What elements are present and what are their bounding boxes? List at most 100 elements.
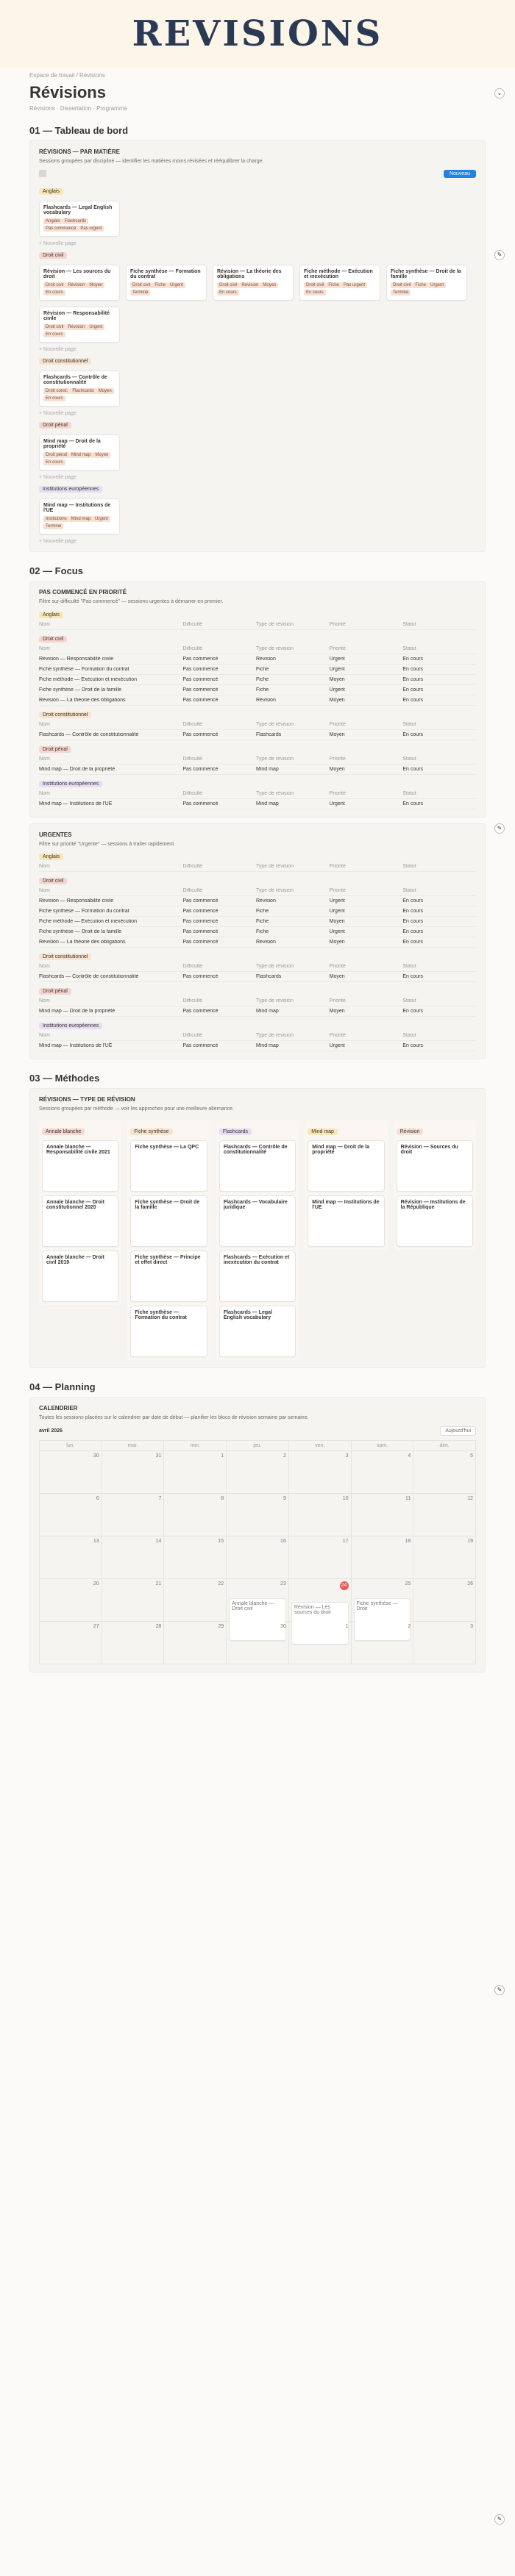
board-card[interactable]: Révision — La théorie des obligations Dro… xyxy=(213,264,294,301)
board-card[interactable]: Mind map — Droit de la propriété xyxy=(308,1140,385,1192)
board-card[interactable]: Flashcards — Contrôle de constitutionnal… xyxy=(219,1140,296,1192)
calendar-cell[interactable]: 28 xyxy=(102,1621,165,1664)
calendar-cell[interactable]: 12 xyxy=(413,1493,476,1536)
new-page-link[interactable]: + Nouvelle page xyxy=(39,347,476,352)
column-label[interactable]: Flashcards xyxy=(219,1128,252,1136)
calendar-cell[interactable]: 31 xyxy=(102,1450,165,1494)
calendar-cell[interactable]: 21 xyxy=(102,1578,165,1622)
calendar-cell[interactable]: 23 Annale blanche — Droit civil xyxy=(227,1578,289,1641)
new-page-link[interactable]: + Nouvelle page xyxy=(39,475,476,480)
calendar-cell[interactable]: 16 xyxy=(227,1536,289,1579)
calendar-cell[interactable]: 26 xyxy=(413,1578,476,1622)
table-row[interactable]: Fiche synthèse — Formation du contrat Pas… xyxy=(39,665,476,675)
calendar-cell[interactable]: 1 xyxy=(288,1621,352,1664)
group-label[interactable]: Anglais xyxy=(39,854,63,861)
calendar-cell[interactable]: 4 xyxy=(351,1450,414,1494)
board-card[interactable]: Fiche méthode — Exécution et inexécution… xyxy=(299,264,380,301)
new-button[interactable]: Nouveau xyxy=(443,169,476,178)
calendar-cell[interactable]: 19 xyxy=(413,1536,476,1579)
calendar-cell[interactable]: 25 Fiche synthèse — Droit xyxy=(351,1578,414,1641)
board-card[interactable]: Flashcards — Legal English vocabulary Ang… xyxy=(39,200,120,237)
column-label[interactable]: Annale blanche xyxy=(42,1128,85,1136)
group-label[interactable]: Droit civil xyxy=(39,251,68,259)
comment-icon[interactable]: ✎ xyxy=(494,823,505,834)
calendar-cell[interactable]: 30 xyxy=(40,1450,102,1494)
group-label[interactable]: Droit civil xyxy=(39,635,68,643)
comment-icon[interactable]: ✎ xyxy=(494,1985,505,1995)
calendar-cell[interactable]: 3 xyxy=(413,1621,476,1664)
group-label[interactable]: Droit constitutionnel xyxy=(39,357,92,365)
calendar-cell[interactable]: 22 xyxy=(164,1578,227,1622)
board-card[interactable]: Fiche synthèse — Principe et effet direc… xyxy=(130,1251,207,1303)
table-row[interactable]: Révision — La théorie des obligations Pas… xyxy=(39,695,476,706)
board-card[interactable]: Fiche synthèse — Droit de la famille xyxy=(130,1195,207,1248)
board-card[interactable]: Révision — Institutions de la République xyxy=(396,1195,474,1248)
group-label[interactable]: Droit pénal xyxy=(39,421,71,429)
table-row[interactable]: Mind map — Institutions de l'UE Pas comme… xyxy=(39,799,476,809)
table-row[interactable]: Flashcards — Contrôle de constitutionnal… xyxy=(39,972,476,983)
calendar-cell[interactable]: 10 xyxy=(288,1493,352,1536)
new-page-link[interactable]: + Nouvelle page xyxy=(39,539,476,544)
table-row[interactable]: Fiche synthèse — Droit de la famille Pas … xyxy=(39,927,476,938)
calendar-cell[interactable]: 18 xyxy=(351,1536,414,1579)
calendar-cell[interactable]: 29 xyxy=(164,1621,227,1664)
collapse-icon[interactable]: ⌄ xyxy=(494,88,505,99)
table-row[interactable]: Fiche synthèse — Formation du contrat Pas… xyxy=(39,906,476,917)
board-card[interactable]: Fiche synthèse — Droit de la famille Droi… xyxy=(386,264,467,301)
calendar-cell[interactable]: 20 xyxy=(40,1578,102,1622)
calendar-cell[interactable]: 3 xyxy=(288,1450,352,1494)
board-card[interactable]: Flashcards — Vocabulaire juridique xyxy=(219,1195,296,1248)
calendar-cell[interactable]: 9 xyxy=(227,1493,289,1536)
board-card[interactable]: Fiche synthèse — Formation du contrat Dro… xyxy=(126,264,207,301)
column-label[interactable]: Révision xyxy=(396,1128,424,1136)
calendar-cell[interactable]: 27 xyxy=(40,1621,102,1664)
board-card[interactable]: Annale blanche — Droit civil 2019 xyxy=(42,1251,119,1303)
board-card[interactable]: Flashcards — Legal English vocabulary xyxy=(219,1306,296,1358)
group-label[interactable]: Droit constitutionnel xyxy=(39,711,92,718)
calendar-cell[interactable]: 24 Révision — Les sources du droit xyxy=(288,1578,352,1645)
calendar-cell[interactable]: 30 xyxy=(227,1621,289,1664)
table-row[interactable]: Mind map — Droit de la propriété Pas comm… xyxy=(39,765,476,775)
comment-icon[interactable]: ✎ xyxy=(494,250,505,260)
calendar-cell[interactable]: 2 xyxy=(351,1621,414,1664)
calendar-cell[interactable]: 11 xyxy=(351,1493,414,1536)
comment-icon[interactable]: ✎ xyxy=(494,2514,505,2525)
group-label[interactable]: Droit pénal xyxy=(39,745,71,753)
table-row[interactable]: Mind map — Institutions de l'UE Pas comme… xyxy=(39,1041,476,1052)
board-card[interactable]: Annale blanche — Responsabilité civile 2… xyxy=(42,1140,119,1192)
calendar-cell[interactable]: 7 xyxy=(102,1493,165,1536)
table-row[interactable]: Fiche méthode — Exécution et inexécution… xyxy=(39,917,476,928)
board-view-icon[interactable] xyxy=(39,170,46,178)
calendar-cell[interactable]: 14 xyxy=(102,1536,165,1579)
table-row[interactable]: Flashcards — Contrôle de constitutionnal… xyxy=(39,730,476,740)
board-card[interactable]: Annale blanche — Droit constitutionnel 2… xyxy=(42,1195,119,1248)
calendar-cell[interactable]: 2 xyxy=(227,1450,289,1494)
board-card[interactable]: Flashcards — Contrôle de constitutionnal… xyxy=(39,370,120,407)
board-card[interactable]: Flashcards — Exécution et inexécution du… xyxy=(219,1251,296,1303)
calendar-cell[interactable]: 8 xyxy=(164,1493,227,1536)
board-card[interactable]: Révision — Les sources du droit Droit civ… xyxy=(39,264,120,301)
table-row[interactable]: Révision — La théorie des obligations Pas… xyxy=(39,937,476,948)
group-label[interactable]: Institutions européennes xyxy=(39,1023,103,1030)
table-row[interactable]: Révision — Responsabilité civile Pas comm… xyxy=(39,654,476,665)
column-label[interactable]: Mind map xyxy=(308,1128,338,1136)
table-row[interactable]: Révision — Responsabilité civile Pas comm… xyxy=(39,896,476,907)
calendar-cell[interactable]: 15 xyxy=(164,1536,227,1579)
today-button[interactable]: Aujourd'hui xyxy=(440,1425,476,1436)
group-label[interactable]: Droit civil xyxy=(39,878,68,885)
group-label[interactable]: Institutions européennes xyxy=(39,780,103,787)
calendar-cell[interactable]: 13 xyxy=(40,1536,102,1579)
calendar-cell[interactable]: 1 xyxy=(164,1450,227,1494)
table-row[interactable]: Fiche synthèse — Droit de la famille Pas … xyxy=(39,685,476,695)
table-row[interactable]: Fiche méthode — Exécution et inexécution… xyxy=(39,675,476,685)
board-card[interactable]: Fiche synthèse — La QPC xyxy=(130,1140,207,1192)
board-card[interactable]: Mind map — Droit de la propriété Droit pé… xyxy=(39,434,120,471)
calendar-cell[interactable]: 6 xyxy=(40,1493,102,1536)
board-card[interactable]: Révision — Responsabilité civile Droit ci… xyxy=(39,306,120,343)
board-card[interactable]: Mind map — Institutions de l'UE xyxy=(308,1195,385,1248)
board-card[interactable]: Révision — Sources du droit xyxy=(396,1140,474,1192)
new-page-link[interactable]: + Nouvelle page xyxy=(39,241,476,246)
breadcrumb[interactable]: Espace de travail / Révisions xyxy=(29,72,486,79)
calendar-cell[interactable]: 17 xyxy=(288,1536,352,1579)
group-label[interactable]: Anglais xyxy=(39,611,63,618)
